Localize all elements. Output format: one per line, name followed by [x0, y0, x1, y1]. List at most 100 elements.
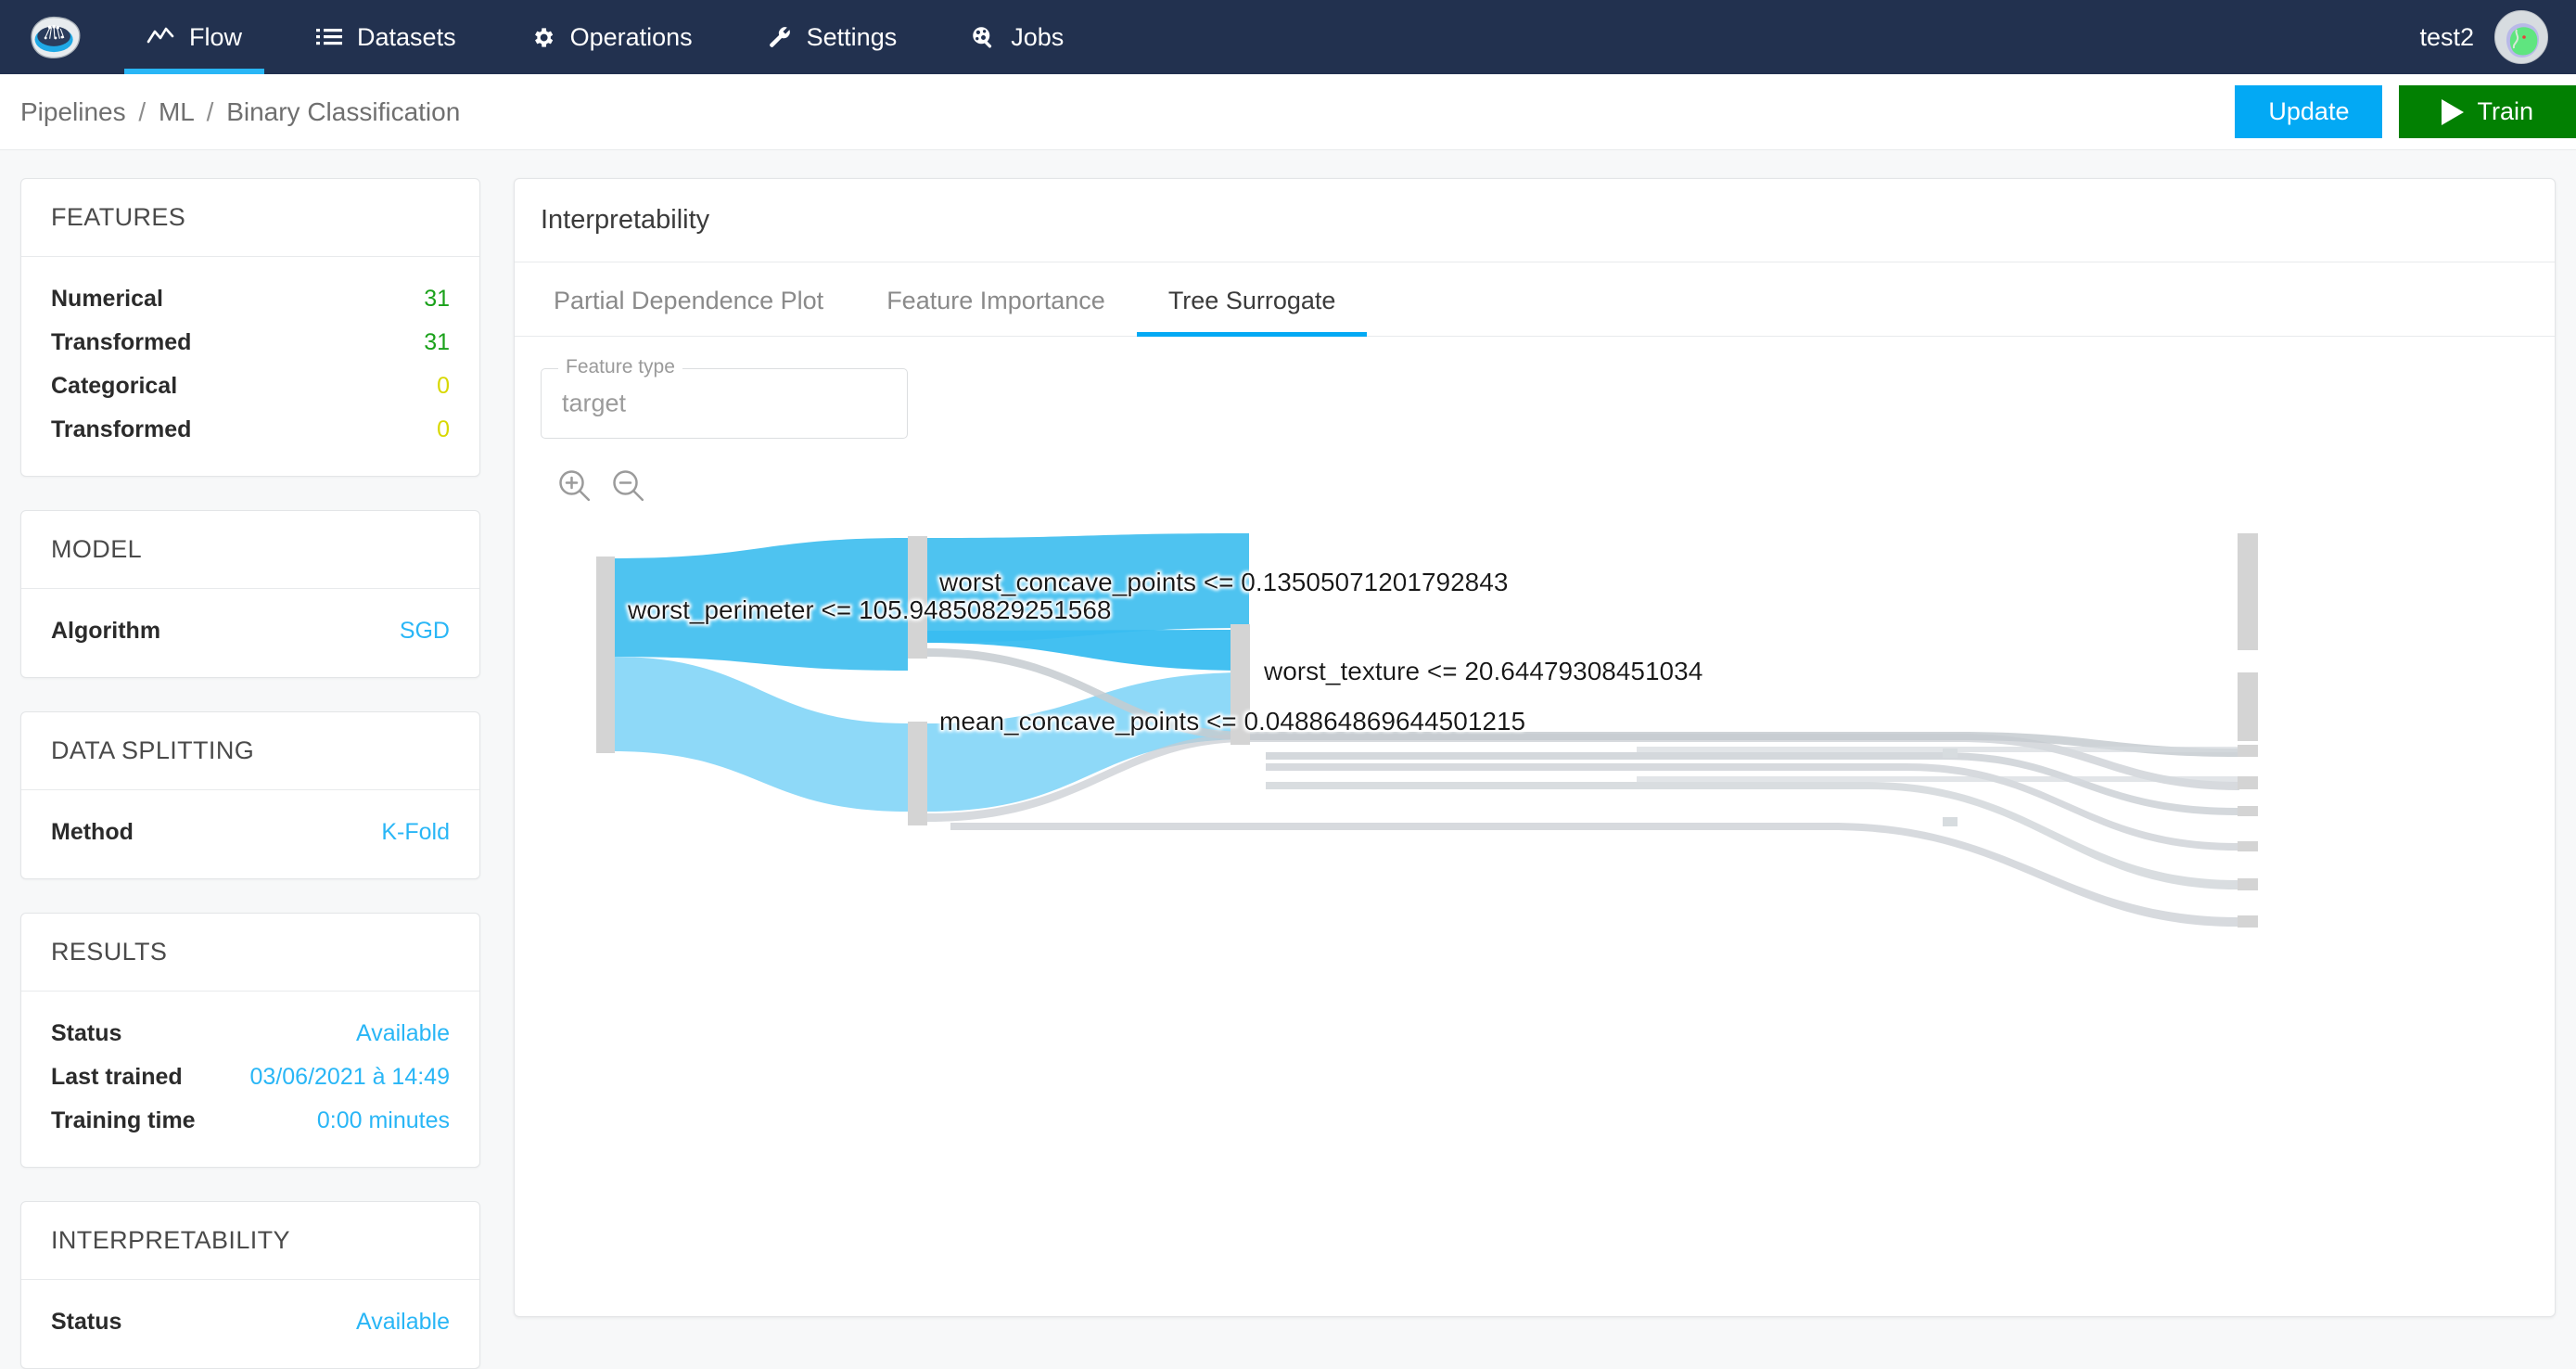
user-name: test2: [2419, 23, 2474, 52]
sankey-link-wcp-cross: [927, 630, 1249, 671]
update-button[interactable]: Update: [2235, 85, 2382, 138]
sankey-link-gray-6: [950, 823, 2238, 927]
interpretability-tabs: Partial Dependence Plot Feature Importan…: [515, 262, 2555, 337]
card-model: MODEL Algorithm SGD: [20, 510, 480, 678]
row-key: Status: [51, 1020, 121, 1047]
breadcrumb-bar: Pipelines / ML / Binary Classification U…: [0, 74, 2576, 150]
row-interpretability-status: Status Available: [51, 1300, 450, 1344]
card-body-features: Numerical 31 Transformed 31 Categorical …: [21, 257, 479, 476]
nav-item-jobs[interactable]: Jobs: [934, 0, 1101, 74]
row-value[interactable]: K-Fold: [381, 819, 450, 846]
card-data-splitting: DATA SPLITTING Method K-Fold: [20, 711, 480, 879]
card-body-data-splitting: Method K-Fold: [21, 790, 479, 878]
avatar[interactable]: [2494, 10, 2548, 64]
nav-label-flow: Flow: [189, 23, 242, 52]
row-key: Numerical: [51, 286, 163, 313]
card-results: RESULTS Status Available Last trained 03…: [20, 913, 480, 1168]
sankey-link-root-to-mcp: [613, 657, 908, 812]
row-key: Transformed: [51, 416, 191, 443]
sankey-node-leaf-6[interactable]: [2238, 841, 2258, 851]
zoom-in-icon[interactable]: [555, 467, 593, 504]
sankey-node-leaf-8[interactable]: [2238, 915, 2258, 928]
interpretability-panel: Interpretability Partial Dependence Plot…: [514, 178, 2556, 1317]
sankey-node-mcp[interactable]: [908, 722, 927, 825]
row-status: Status Available: [51, 1012, 450, 1056]
top-navigation-bar: Flow Datasets Operations: [0, 0, 2576, 74]
nav-label-datasets: Datasets: [357, 23, 456, 52]
breadcrumb-level2[interactable]: ML: [159, 97, 194, 126]
sankey-svg: worst_perimeter <= 105.94850829251568 wo…: [515, 533, 2499, 1183]
row-key: Algorithm: [51, 618, 160, 645]
breadcrumb-separator-2: /: [201, 97, 220, 126]
nav-label-settings: Settings: [807, 23, 898, 52]
nav-label-jobs: Jobs: [1011, 23, 1064, 52]
page-title: Interpretability: [515, 179, 2555, 262]
app-logo-icon: [28, 14, 82, 60]
zoom-out-icon[interactable]: [609, 467, 646, 504]
row-numerical: Numerical 31: [51, 277, 450, 321]
nav-item-flow[interactable]: Flow: [109, 0, 279, 74]
nav-item-operations[interactable]: Operations: [493, 0, 730, 74]
row-value: 03/06/2021 à 14:49: [250, 1064, 450, 1091]
card-title-results: RESULTS: [21, 914, 479, 992]
feature-type-field[interactable]: Feature type target: [541, 368, 908, 439]
row-key: Transformed: [51, 329, 191, 356]
jobs-search-icon: [971, 25, 996, 50]
nav-label-operations: Operations: [570, 23, 693, 52]
tab-feature-importance[interactable]: Feature Importance: [855, 262, 1137, 336]
sankey-node-mid-leaf-a[interactable]: [1943, 748, 1958, 758]
breadcrumb: Pipelines / ML / Binary Classification: [20, 97, 460, 127]
nav-item-datasets[interactable]: Datasets: [279, 0, 493, 74]
row-transformed-numerical: Transformed 31: [51, 321, 450, 365]
app-logo[interactable]: [0, 0, 109, 74]
sankey-node-root[interactable]: [596, 557, 615, 753]
row-training-time: Training time 0:00 minutes: [51, 1099, 450, 1143]
flow-chart-icon: [147, 26, 174, 48]
nav-items: Flow Datasets Operations: [109, 0, 1101, 74]
card-title-features: FEATURES: [21, 179, 479, 257]
tab-partial-dependence-plot[interactable]: Partial Dependence Plot: [522, 262, 855, 336]
sankey-node-leaf-5[interactable]: [2238, 806, 2258, 816]
row-key: Status: [51, 1309, 121, 1336]
card-title-data-splitting: DATA SPLITTING: [21, 712, 479, 790]
row-value[interactable]: SGD: [400, 618, 450, 645]
feature-type-label: Feature type: [558, 356, 682, 378]
list-icon: [316, 26, 342, 48]
train-button-label: Train: [2477, 97, 2533, 126]
breadcrumb-root[interactable]: Pipelines: [20, 97, 126, 126]
row-value: 31: [424, 286, 450, 313]
row-value: 31: [424, 329, 450, 356]
breadcrumb-current: Binary Classification: [226, 97, 460, 126]
tab-tree-surrogate[interactable]: Tree Surrogate: [1137, 262, 1368, 336]
card-body-results: Status Available Last trained 03/06/2021…: [21, 992, 479, 1167]
row-value: Available: [356, 1020, 450, 1047]
avatar-image: [2495, 11, 2548, 64]
row-key: Training time: [51, 1107, 196, 1134]
row-key: Method: [51, 819, 134, 846]
sankey-node-leaf-3[interactable]: [2238, 745, 2258, 757]
wrench-icon: [767, 25, 792, 50]
row-key: Categorical: [51, 373, 177, 400]
tree-surrogate-sankey[interactable]: worst_perimeter <= 105.94850829251568 wo…: [515, 533, 2555, 1187]
feature-type-value: target: [562, 390, 626, 418]
sankey-node-leaf-4[interactable]: [2238, 776, 2258, 789]
nav-item-settings[interactable]: Settings: [730, 0, 935, 74]
row-method: Method K-Fold: [51, 811, 450, 854]
sankey-node-leaf-top[interactable]: [2238, 533, 2258, 650]
page-body: FEATURES Numerical 31 Transformed 31 Cat…: [0, 150, 2576, 1369]
card-title-interpretability: INTERPRETABILITY: [21, 1202, 479, 1280]
sidebar: FEATURES Numerical 31 Transformed 31 Cat…: [20, 178, 480, 1369]
row-last-trained: Last trained 03/06/2021 à 14:49: [51, 1056, 450, 1099]
sankey-node-leaf-second[interactable]: [2238, 672, 2258, 741]
train-button[interactable]: Train: [2399, 85, 2576, 138]
row-value: Available: [356, 1309, 450, 1336]
nav-user-area: test2: [2419, 0, 2576, 74]
sankey-node-leaf-7[interactable]: [2238, 878, 2258, 890]
card-body-model: Algorithm SGD: [21, 589, 479, 677]
sankey-node-mid-leaf-b[interactable]: [1943, 817, 1958, 826]
zoom-controls: [541, 467, 2529, 504]
tree-surrogate-plot-area: Feature type target: [515, 337, 2555, 1316]
page-actions: Update Train: [2235, 74, 2576, 149]
row-value: 0: [437, 373, 450, 400]
card-title-model: MODEL: [21, 511, 479, 589]
